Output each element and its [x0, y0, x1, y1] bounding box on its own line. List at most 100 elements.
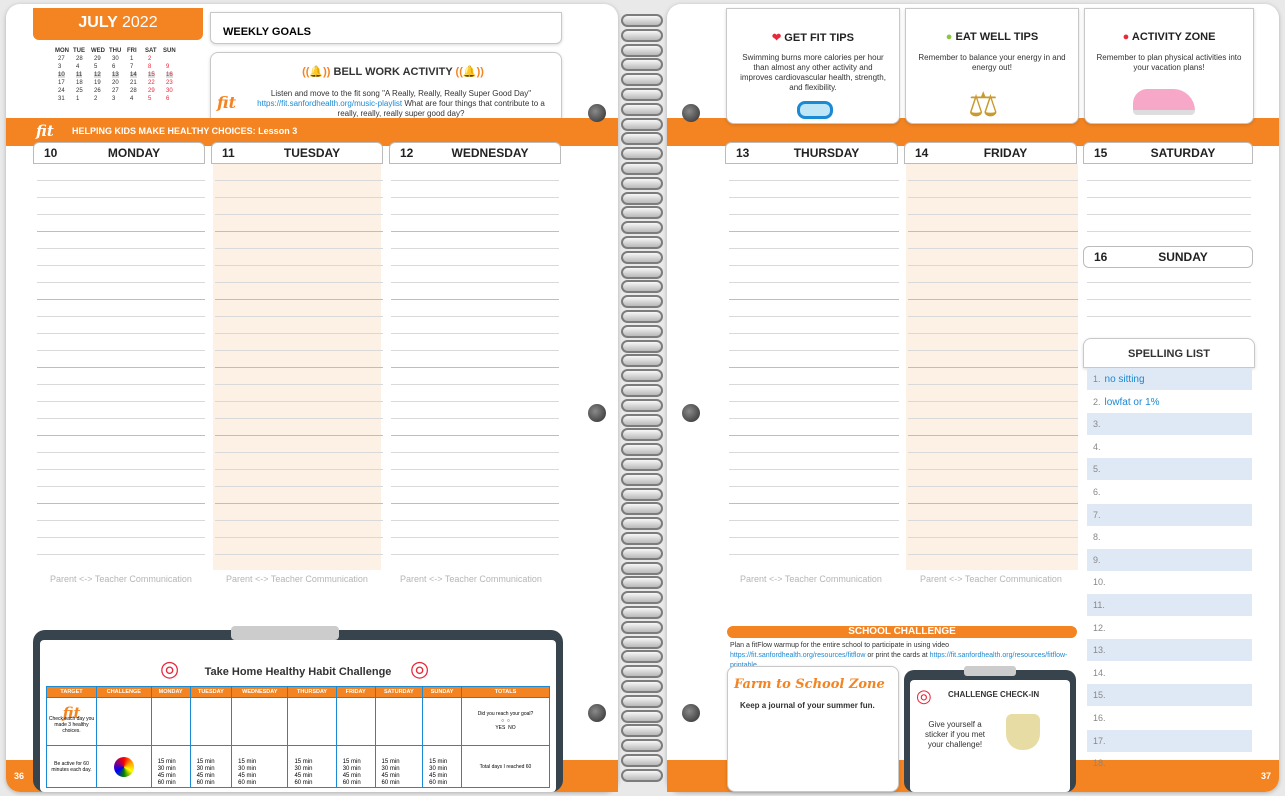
habit-cell[interactable] [189, 697, 233, 746]
minute-option[interactable]: 60 min [294, 780, 335, 787]
minute-option[interactable]: 30 min [197, 766, 232, 773]
habit-cell[interactable] [96, 697, 152, 746]
habit-minutes-cell[interactable]: 15 min 30 min 45 min 60 min [287, 745, 337, 788]
ruled-line [908, 537, 1078, 538]
minute-option[interactable]: 60 min [382, 780, 423, 787]
spelling-item[interactable]: 18. [1087, 752, 1252, 774]
minute-option[interactable]: 60 min [197, 780, 232, 787]
spelling-item[interactable]: 11. [1087, 594, 1252, 616]
minute-option[interactable]: 15 min [294, 759, 335, 766]
yes-label: YES [495, 725, 506, 731]
calendar-date: 4 [76, 64, 80, 70]
sc-text: Plan a fitFlow warmup for the entire sch… [730, 642, 950, 649]
spelling-item[interactable]: 16. [1087, 707, 1252, 729]
ruled-line [215, 452, 383, 453]
ruled-line [908, 350, 1078, 351]
calendar-date: 30 [166, 88, 173, 94]
minute-option[interactable]: 60 min [238, 780, 287, 787]
fitflow-link[interactable]: https://fit.sanfordhealth.org/resources/… [730, 652, 865, 659]
minute-option[interactable]: 30 min [158, 766, 190, 773]
calendar-date: 6 [166, 96, 170, 102]
calendar-date: 29 [148, 88, 155, 94]
minute-option[interactable]: 15 min [197, 759, 232, 766]
ruled-line [215, 537, 383, 538]
habit-minutes-cell[interactable]: 15 min 30 min 45 min 60 min [150, 745, 191, 788]
spelling-item[interactable]: 8. [1087, 526, 1252, 548]
calendar-month-header: JULY 2022 [33, 8, 203, 40]
spiral-coil [621, 369, 663, 383]
ruled-line [37, 367, 205, 368]
habit-minutes-cell[interactable]: 15 min 30 min 45 min 60 min [374, 745, 424, 788]
minute-option[interactable]: 45 min [343, 773, 375, 780]
minute-option[interactable]: 60 min [343, 780, 375, 787]
ruled-line [1087, 197, 1251, 198]
spelling-item[interactable]: 9. [1087, 548, 1252, 571]
habit-cell[interactable] [335, 697, 376, 746]
spelling-item[interactable]: 15. [1087, 684, 1252, 707]
punch-hole [682, 404, 700, 422]
habit-cell[interactable] [422, 697, 462, 746]
heart-icon: ❤ [772, 32, 782, 44]
minute-option[interactable]: 60 min [429, 780, 461, 787]
spiral-coil [621, 754, 663, 767]
habit-minutes-cell[interactable]: 15 min 30 min 45 min 60 min [422, 745, 462, 788]
habit-minutes-cell[interactable]: 15 min 30 min 45 min 60 min [189, 745, 233, 788]
ruled-line [215, 503, 383, 504]
spelling-item[interactable]: 17. [1087, 729, 1252, 752]
playlist-link[interactable]: https://fit.sanfordhealth.org/music-play… [257, 99, 402, 108]
target1-text: Check each day you made 3 healthy choice… [48, 715, 95, 734]
day-name: SUNDAY [1158, 250, 1208, 264]
minute-option[interactable]: 30 min [238, 766, 287, 773]
minute-option[interactable]: 45 min [238, 773, 287, 780]
spelling-item[interactable]: 14. [1087, 662, 1252, 684]
habit-cell[interactable] [287, 697, 337, 746]
minute-option[interactable]: 45 min [294, 773, 335, 780]
spelling-item[interactable]: 12. [1087, 617, 1252, 639]
minute-option[interactable]: 15 min [382, 759, 423, 766]
ruled-line [729, 503, 899, 504]
spiral-coil [621, 102, 663, 116]
minute-option[interactable]: 45 min [197, 773, 232, 780]
spelling-item[interactable]: 13. [1087, 639, 1252, 662]
habit-minutes-cell[interactable]: 15 min 30 min 45 min 60 min [335, 745, 376, 788]
habit-target-2: Be active for 60 minutes each day. [46, 745, 97, 788]
spelling-item[interactable]: 1. no sitting [1087, 368, 1252, 390]
spelling-item[interactable]: 7. [1087, 503, 1252, 526]
ruled-line [908, 282, 1078, 283]
habit-minutes-cell[interactable]: 15 min 30 min 45 min 60 min [231, 745, 289, 788]
minute-option[interactable]: 45 min [429, 773, 461, 780]
spelling-item[interactable]: 6. [1087, 481, 1252, 503]
minute-option[interactable]: 45 min [158, 773, 190, 780]
minute-option[interactable]: 15 min [238, 759, 287, 766]
calendar-day-header: THU [109, 48, 122, 54]
ruled-line [391, 180, 559, 181]
habit-cell[interactable] [150, 697, 191, 746]
minute-option[interactable]: 45 min [382, 773, 423, 780]
minute-option[interactable]: 30 min [429, 766, 461, 773]
minute-option[interactable]: 30 min [343, 766, 375, 773]
ruled-line [391, 452, 559, 453]
habit-cell[interactable] [374, 697, 424, 746]
spelling-item[interactable]: 2. lowfat or 1% [1087, 391, 1252, 413]
spelling-item[interactable]: 4. [1087, 436, 1252, 458]
minute-option[interactable]: 15 min [429, 759, 461, 766]
ruled-line [215, 384, 383, 385]
spelling-item[interactable]: 3. [1087, 413, 1252, 436]
minute-option[interactable]: 30 min [294, 766, 335, 773]
minute-option[interactable]: 15 min [158, 759, 190, 766]
ruled-line [37, 197, 205, 198]
habit-paper: ◎ ◎ Take Home Healthy Habit Challenge TA… [40, 640, 556, 792]
habit-cell[interactable] [231, 697, 289, 746]
apple-icon: ● [1122, 31, 1130, 43]
spelling-item[interactable]: 10. [1087, 571, 1252, 593]
calendar-date: 2 [148, 56, 152, 62]
minute-option[interactable]: 15 min [343, 759, 375, 766]
ruled-line [391, 418, 559, 419]
calendar-date: 18 [76, 80, 83, 86]
minute-option[interactable]: 60 min [158, 780, 190, 787]
banner-text: HELPING KIDS MAKE HEALTHY CHOICES: Lesso… [72, 126, 298, 136]
calendar-date: 1 [130, 56, 134, 62]
spelling-item[interactable]: 5. [1087, 458, 1252, 481]
minute-option[interactable]: 30 min [382, 766, 423, 773]
ruled-line [37, 418, 205, 419]
